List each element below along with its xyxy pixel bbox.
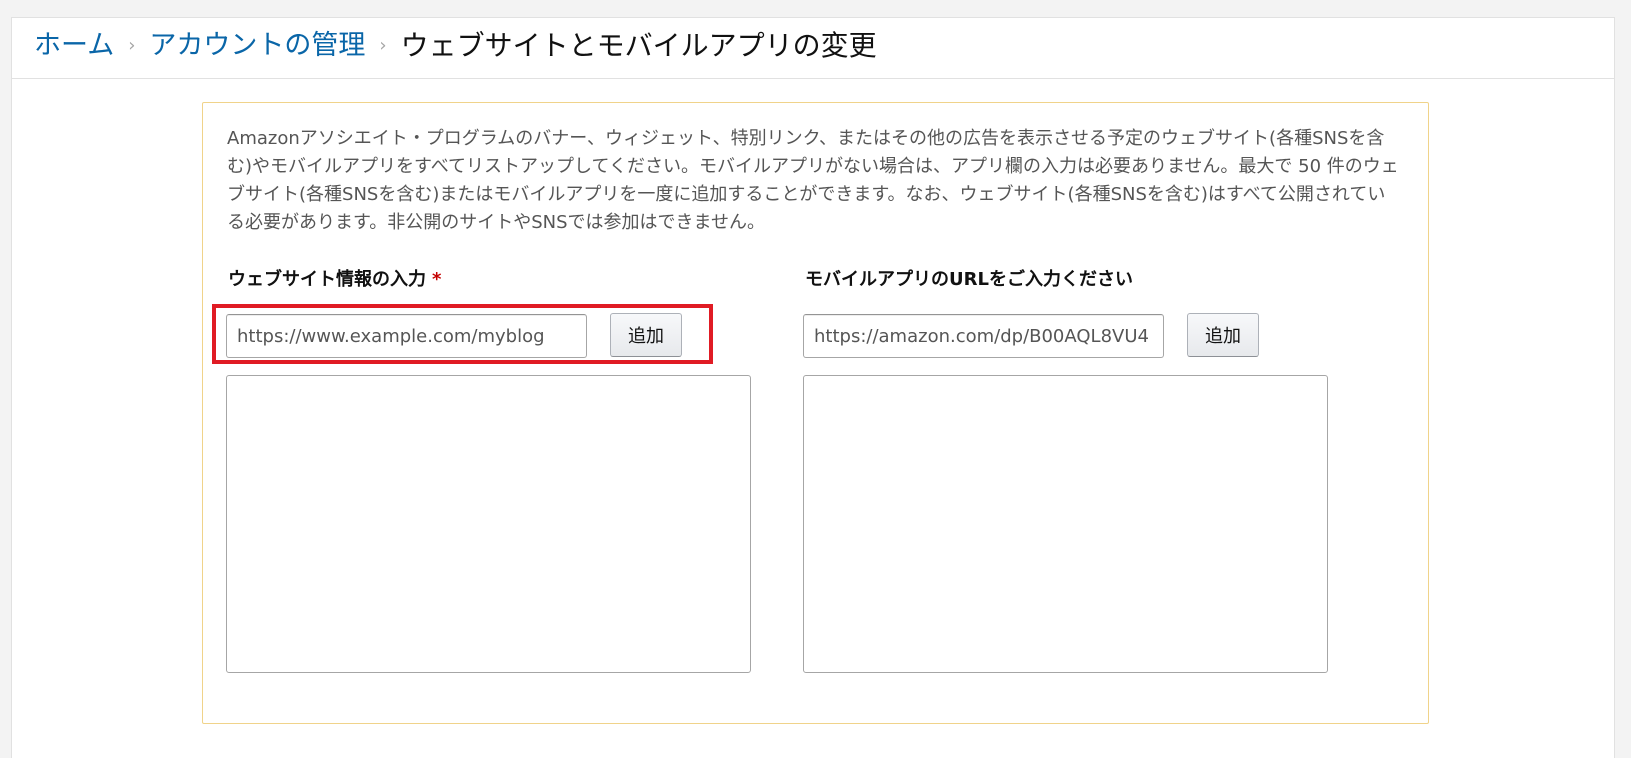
mobile-app-section-label: モバイルアプリのURLをご入力ください bbox=[805, 267, 1133, 293]
add-mobile-app-button[interactable]: 追加 bbox=[1187, 313, 1259, 357]
page-title: ウェブサイトとモバイルアプリの変更 bbox=[400, 29, 877, 62]
add-website-button[interactable]: 追加 bbox=[610, 313, 682, 357]
breadcrumb-home-link[interactable]: ホーム bbox=[34, 28, 114, 64]
breadcrumb-account-management-link[interactable]: アカウントの管理 bbox=[149, 28, 365, 64]
breadcrumb: ホーム › アカウントの管理 › ウェブサイトとモバイルアプリの変更 bbox=[34, 28, 877, 64]
page-header: ホーム › アカウントの管理 › ウェブサイトとモバイルアプリの変更 bbox=[12, 18, 1614, 79]
mobile-app-url-input[interactable] bbox=[803, 314, 1164, 358]
mobile-app-list-box[interactable] bbox=[803, 375, 1328, 673]
website-label-text: ウェブサイト情報の入力 bbox=[228, 269, 426, 290]
website-list-box[interactable] bbox=[226, 375, 751, 673]
breadcrumb-separator-icon: › bbox=[128, 35, 136, 56]
website-url-input[interactable] bbox=[226, 314, 587, 358]
page-panel: ホーム › アカウントの管理 › ウェブサイトとモバイルアプリの変更 Amazo… bbox=[11, 17, 1615, 758]
breadcrumb-separator-icon: › bbox=[379, 35, 387, 56]
mobile-app-label-text: モバイルアプリのURLをご入力ください bbox=[805, 269, 1133, 290]
required-marker: * bbox=[432, 269, 442, 290]
form-description: Amazonアソシエイト・プログラムのバナー、ウィジェット、特別リンク、またはそ… bbox=[227, 128, 1399, 233]
website-app-form: Amazonアソシエイト・プログラムのバナー、ウィジェット、特別リンク、またはそ… bbox=[202, 102, 1429, 724]
website-section-label: ウェブサイト情報の入力 * bbox=[228, 267, 441, 293]
